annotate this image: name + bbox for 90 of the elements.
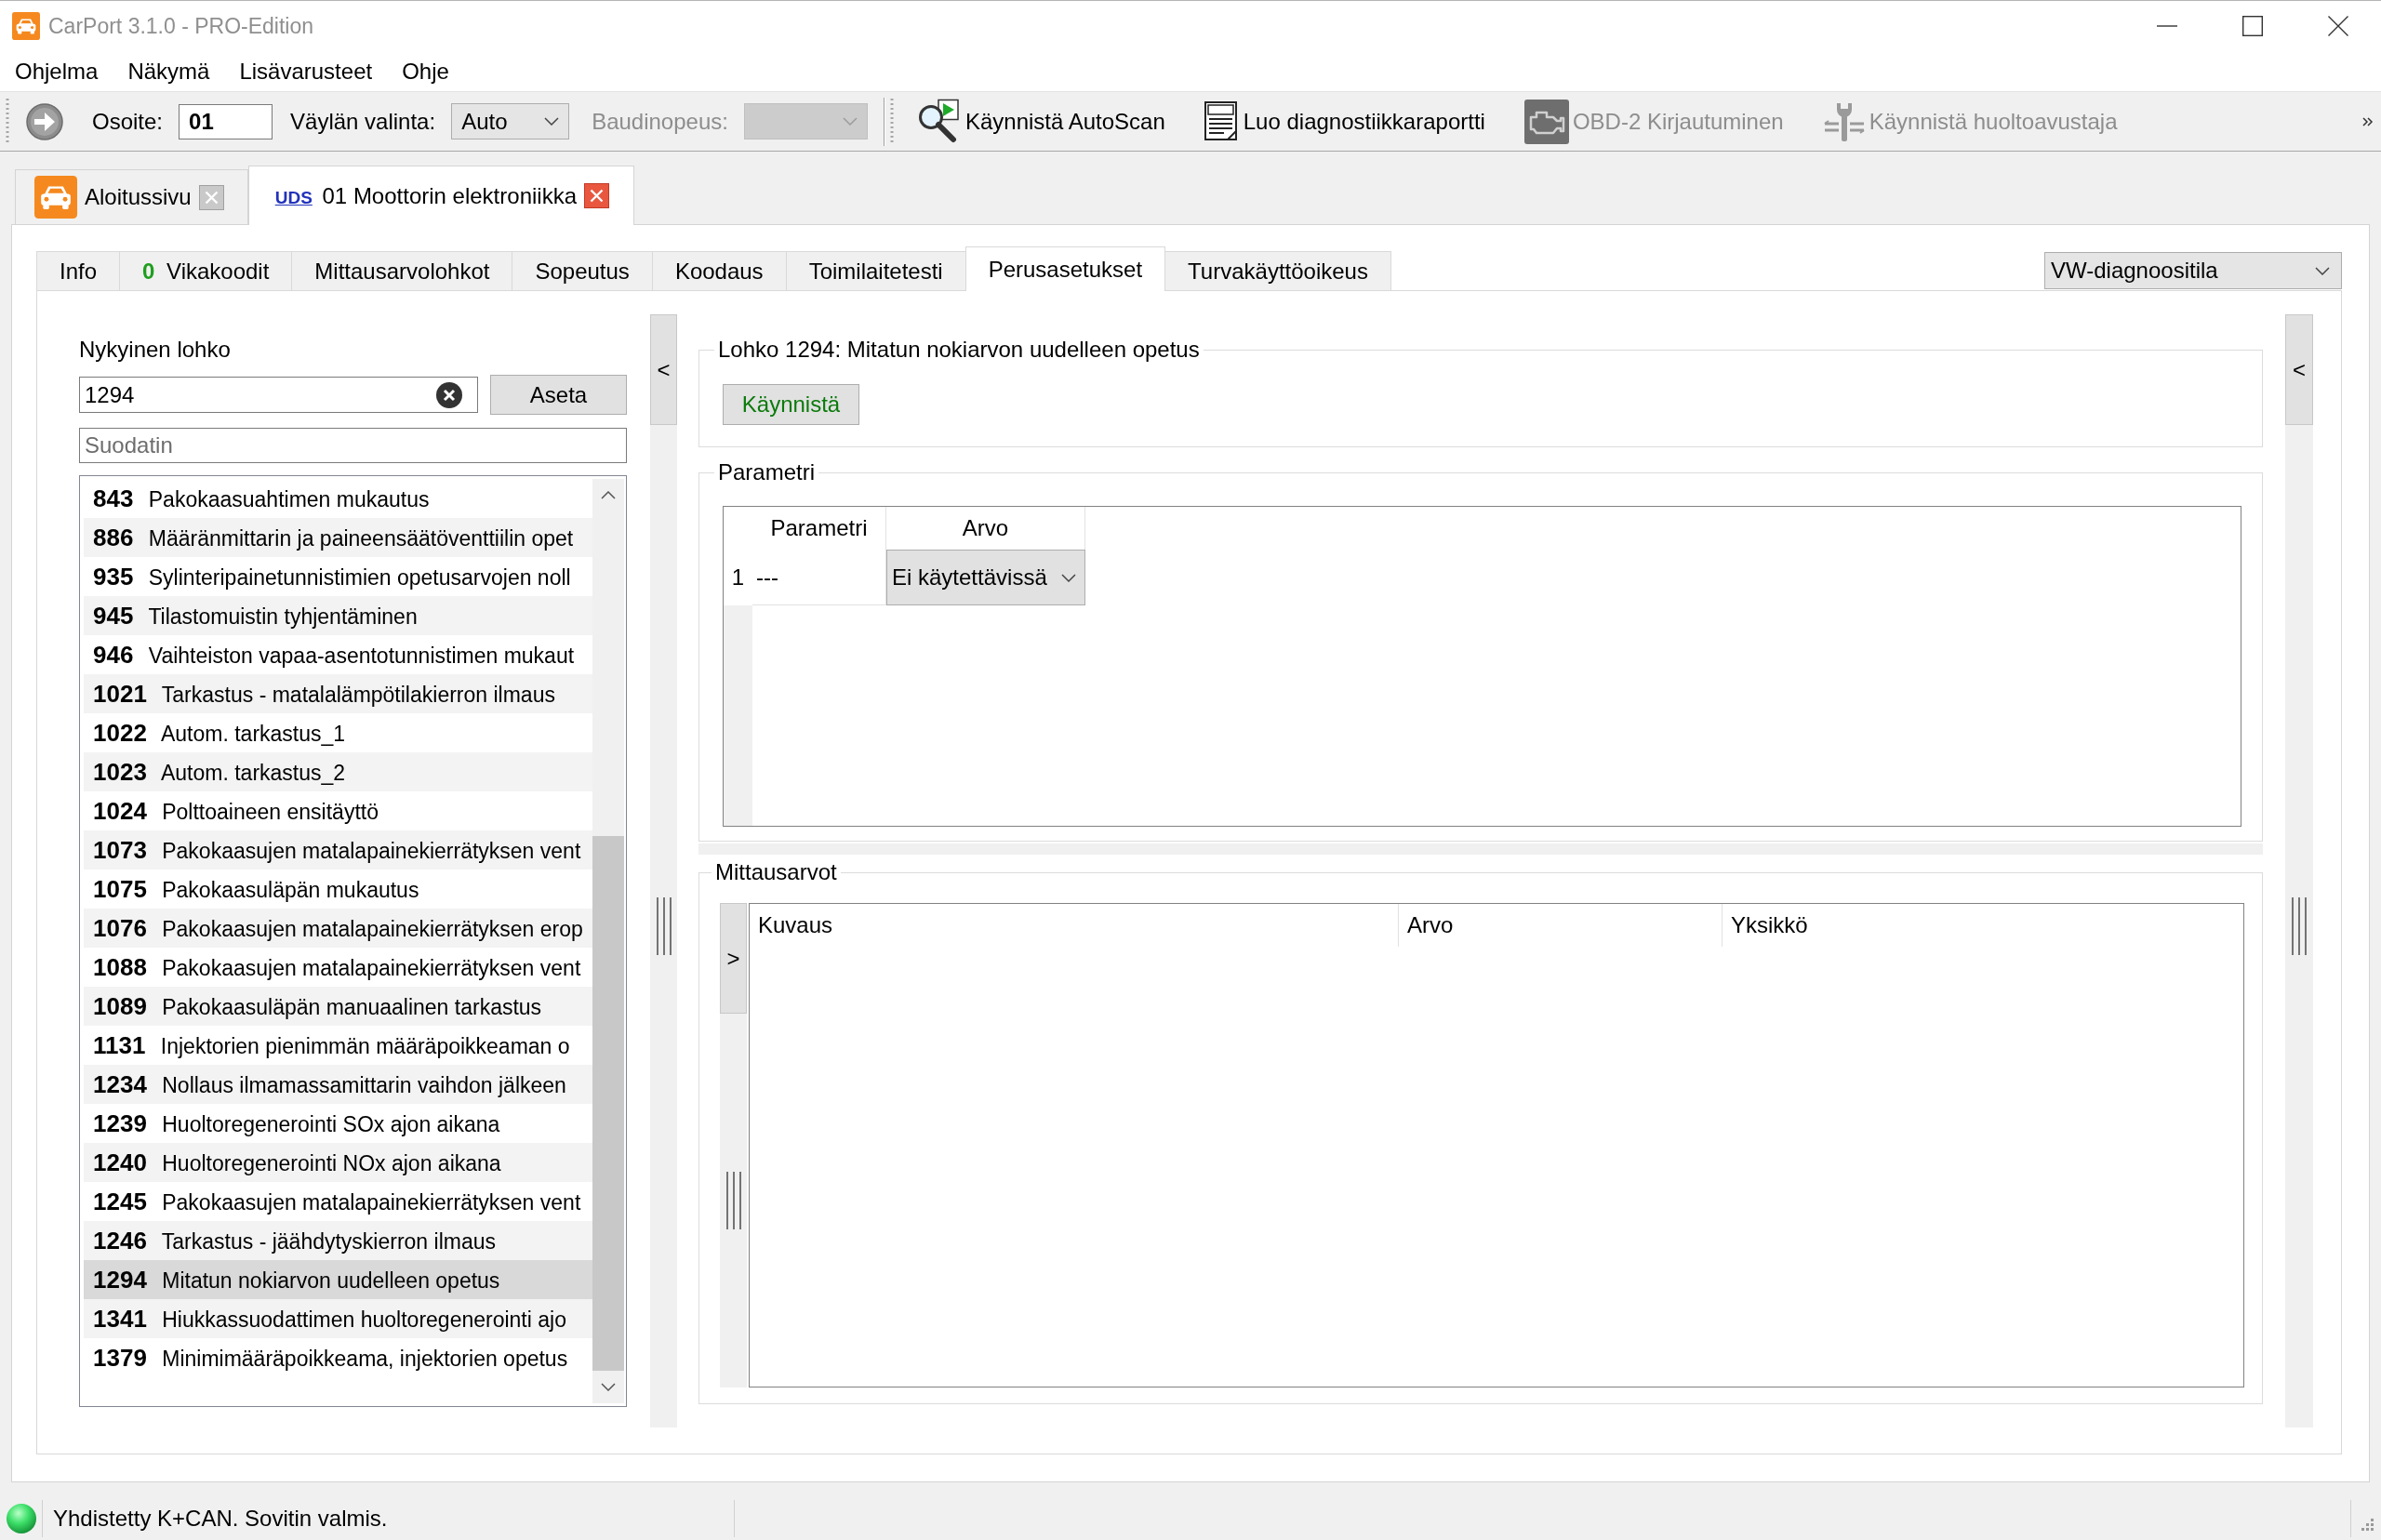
close-icon xyxy=(2328,16,2348,36)
tab[interactable]: Koodaus xyxy=(651,251,787,290)
arrow-right-icon xyxy=(26,102,63,140)
tab[interactable]: Perusasetukset xyxy=(964,246,1166,291)
car-icon xyxy=(34,176,77,219)
toolbar-button[interactable]: Luo diagnostiikkaraportti xyxy=(1192,95,1496,148)
list-item[interactable]: 1294 Mitatun nokiarvon uudelleen opetus xyxy=(84,1260,592,1299)
bus-dropdown[interactable]: Auto xyxy=(451,103,570,139)
menu-item[interactable]: Näkymä xyxy=(113,51,225,91)
list-item[interactable]: 945 Tilastomuistin tyhjentäminen xyxy=(84,596,592,635)
row-number: 1 xyxy=(730,564,746,591)
group-title: Mittausarvot xyxy=(714,859,838,885)
clear-icon[interactable] xyxy=(436,381,462,408)
grip-icon[interactable] xyxy=(725,1172,742,1229)
document-icon xyxy=(1204,100,1240,142)
minimize-icon xyxy=(2157,25,2177,27)
go-button[interactable] xyxy=(26,102,63,140)
field-label: Osoite: xyxy=(92,108,164,135)
list-item[interactable]: 1022 Autom. tarkastus_1 xyxy=(84,713,592,752)
list-item[interactable]: 1088 Pakokaasujen matalapainekierrätyksen vent xyxy=(84,948,592,987)
tab[interactable]: Toimilaitetesti xyxy=(785,251,966,290)
column-header: Parametri xyxy=(752,507,886,550)
maximize-icon xyxy=(2242,16,2263,36)
resize-grip-icon[interactable] xyxy=(2361,1518,2374,1531)
status-text: Yhdistetty K+CAN. Sovitin valmis. xyxy=(53,1506,389,1532)
list-item[interactable]: 1024 Polttoaineen ensitäyttö xyxy=(84,791,592,830)
list-item[interactable]: 843 Pakokaasuahtimen mukautus xyxy=(84,479,592,518)
grip-icon[interactable] xyxy=(6,98,9,145)
list-item[interactable]: 935 Sylinteripainetunnistimien opetusarvojen noll xyxy=(84,557,592,596)
group-title: Parametri xyxy=(717,459,817,485)
block-field[interactable]: 1294 xyxy=(79,377,478,413)
engine-icon xyxy=(1523,99,1569,144)
window-title: CarPort 3.1.0 - PRO-Edition xyxy=(48,13,314,39)
toolbar-button[interactable]: Käynnistä AutoScan xyxy=(904,95,1177,148)
start-button[interactable]: Käynnistä xyxy=(723,384,859,425)
filter-field[interactable]: Suodatin xyxy=(79,428,627,463)
group-title: Lohko 1294: Mitatun nokiarvon uudelleen opetus xyxy=(717,337,1201,363)
list-item[interactable]: 1076 Pakokaasujen matalapainekierrätyksen erop xyxy=(84,909,592,948)
list-item[interactable]: 946 Vaihteiston vapaa-asentotunnistimen mukaut xyxy=(84,635,592,674)
menu-item[interactable]: Ohje xyxy=(387,51,464,91)
tab[interactable]: 0 Vikakoodit xyxy=(119,251,293,290)
column-header: Yksikkö xyxy=(1722,904,2243,947)
field-label: Nykyinen lohko xyxy=(79,337,231,363)
collapse-button[interactable]: < xyxy=(650,314,677,425)
list-item[interactable]: 1131 Injektorien pienimmän määräpoikkeaman o xyxy=(84,1026,592,1065)
chevron-down-icon xyxy=(2315,266,2330,275)
list-item[interactable]: 886 Määränmittarin ja paineensäätöventtiilin opet xyxy=(84,518,592,557)
tab[interactable]: Mittausarvolohkot xyxy=(291,251,513,290)
list-item[interactable]: 1089 Pakokaasuläpän manuaalinen tarkastus xyxy=(84,987,592,1026)
car-icon xyxy=(12,12,40,40)
chevron-double-right-icon[interactable] xyxy=(2362,115,2374,127)
list-item[interactable]: 1239 Huoltoregenerointi SOx ajon aikana xyxy=(84,1104,592,1143)
field-label: Baudinopeus: xyxy=(592,108,728,135)
address-field[interactable]: 01 xyxy=(179,103,273,139)
document-tab[interactable]: Aloitussivu xyxy=(15,169,248,224)
list-item[interactable]: 1341 Hiukkassuodattimen huoltoregenerointi ajo xyxy=(84,1299,592,1338)
menu-item[interactable]: Ohjelma xyxy=(0,51,113,91)
list-item[interactable]: 1021 Tarkastus - matalalämpötilakierron ilmaus xyxy=(84,674,592,713)
list-item[interactable]: 1240 Huoltoregenerointi NOx ajon aikana xyxy=(84,1143,592,1182)
field-label: Väylän valinta: xyxy=(290,108,436,135)
chevron-down-icon xyxy=(544,117,560,126)
chevron-down-icon[interactable] xyxy=(601,1383,616,1391)
tab[interactable]: Sopeutus xyxy=(512,251,653,290)
list-item[interactable]: 1245 Pakokaasujen matalapainekierrätyksen vent xyxy=(84,1182,592,1221)
chevron-down-icon xyxy=(1061,573,1076,582)
collapse-button[interactable]: < xyxy=(2285,314,2313,425)
set-button[interactable]: Aseta xyxy=(490,375,627,415)
chevron-down-icon xyxy=(842,117,858,126)
list-item[interactable]: 1234 Nollaus ilmamassamittarin vaihdon jälkeen xyxy=(84,1065,592,1104)
close-icon[interactable] xyxy=(198,184,224,210)
list-item[interactable]: 1023 Autom. tarkastus_2 xyxy=(84,752,592,791)
scrollbar-thumb[interactable] xyxy=(592,836,624,1371)
close-icon[interactable] xyxy=(584,183,609,208)
value-dropdown[interactable]: Ei käytettävissä xyxy=(886,550,1085,605)
grip-icon[interactable] xyxy=(655,897,672,955)
grip-icon[interactable] xyxy=(2291,897,2308,955)
list-item[interactable]: 1073 Pakokaasujen matalapainekierrätyksen vent xyxy=(84,830,592,870)
mode-dropdown[interactable]: VW-diagnoositila xyxy=(2044,252,2342,289)
menu-item[interactable]: Lisävarusteet xyxy=(224,51,388,91)
list-item[interactable]: 1075 Pakokaasuläpän mukautus xyxy=(84,870,592,909)
document-tab[interactable]: UDS 01 Moottorin elektroniikka xyxy=(247,166,634,225)
column-header: Arvo xyxy=(1398,904,1722,947)
chevron-up-icon[interactable] xyxy=(601,491,616,499)
list-item[interactable]: 1379 Minimimääräpoikkeama, injektorien opetus xyxy=(84,1338,592,1377)
list-item[interactable]: 1246 Tarkastus - jäähdytyskierron ilmaus xyxy=(84,1221,592,1260)
tab[interactable]: Info xyxy=(36,251,121,290)
grip-icon[interactable] xyxy=(889,98,894,145)
tab[interactable]: Turvakäyttöoikeus xyxy=(1164,251,1391,290)
column-header: Kuvaus xyxy=(757,911,834,939)
expand-button[interactable]: > xyxy=(720,903,747,1014)
